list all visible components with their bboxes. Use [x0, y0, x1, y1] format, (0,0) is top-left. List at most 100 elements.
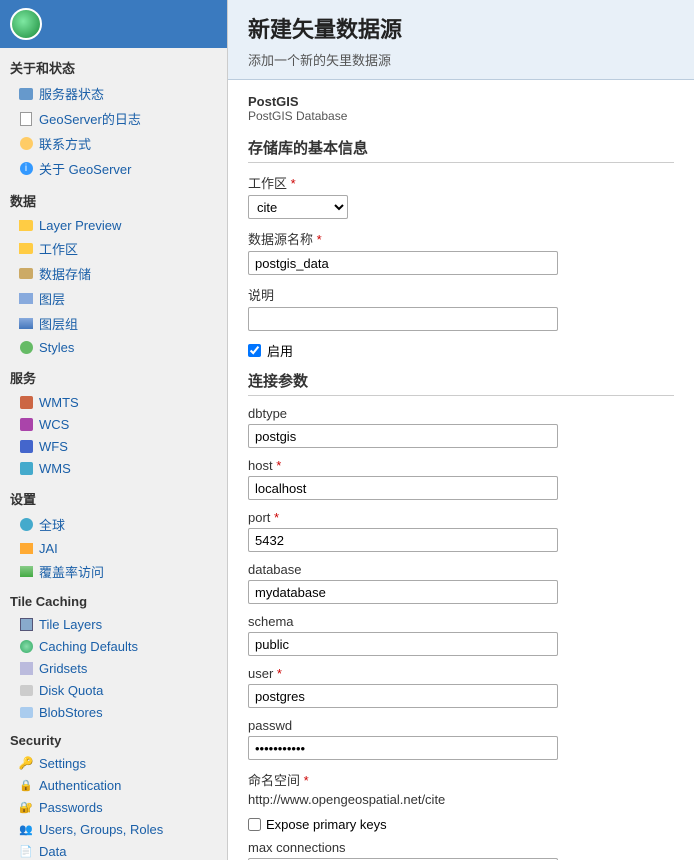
- sidebar-item-authentication[interactable]: 🔒 Authentication: [0, 774, 227, 796]
- sidebar-item-blobstores[interactable]: BlobStores: [0, 701, 227, 723]
- passwd-label: passwd: [248, 718, 674, 733]
- passwd-input[interactable]: [248, 736, 558, 760]
- user-group: user *: [248, 666, 674, 708]
- sidebar-item-layers[interactable]: 图层: [0, 286, 227, 311]
- sidebar-item-global[interactable]: 全球: [0, 512, 227, 537]
- db-type-desc: PostGIS Database: [248, 109, 674, 123]
- workspace-select[interactable]: cite: [248, 195, 348, 219]
- namespace-label: 命名空间 *: [248, 770, 674, 789]
- host-label: host *: [248, 458, 674, 473]
- sidebar-item-gridsets[interactable]: Gridsets: [0, 657, 227, 679]
- page-title: 新建矢量数据源: [248, 12, 674, 44]
- sidebar-item-users-groups-roles[interactable]: 👥 Users, Groups, Roles: [0, 818, 227, 840]
- wfs-icon: [18, 438, 34, 454]
- sidebar: 关于和状态 服务器状态 GeoServer的日志 联系方式 i 关于 GeoSe…: [0, 0, 228, 860]
- sidebar-item-disk-quota[interactable]: Disk Quota: [0, 679, 227, 701]
- sidebar-item-passwords[interactable]: 🔐 Passwords: [0, 796, 227, 818]
- host-input[interactable]: [248, 476, 558, 500]
- schema-input[interactable]: [248, 632, 558, 656]
- passwd-group: passwd: [248, 718, 674, 760]
- sidebar-item-caching-defaults[interactable]: Caching Defaults: [0, 635, 227, 657]
- disk-quota-icon: [18, 682, 34, 698]
- user-input[interactable]: [248, 684, 558, 708]
- page-subtitle: 添加一个新的矢里数据源: [248, 50, 674, 69]
- wms-icon: [18, 460, 34, 476]
- section-services-title: 服务: [0, 358, 227, 391]
- key-icon: 🔑: [18, 755, 34, 771]
- description-label: 说明: [248, 285, 674, 304]
- gridsets-icon: [18, 660, 34, 676]
- sidebar-item-jai[interactable]: JAI: [0, 537, 227, 559]
- sidebar-item-wcs[interactable]: WCS: [0, 413, 227, 435]
- sidebar-item-coverage-access[interactable]: 覆盖率访问: [0, 559, 227, 584]
- namespace-group: 命名空间 * http://www.opengeospatial.net/cit…: [248, 770, 674, 807]
- log-icon: [18, 111, 34, 127]
- sidebar-item-sec-settings[interactable]: 🔑 Settings: [0, 752, 227, 774]
- dbtype-input[interactable]: [248, 424, 558, 448]
- database-input[interactable]: [248, 580, 558, 604]
- sidebar-item-workspaces[interactable]: 工作区: [0, 236, 227, 261]
- sidebar-item-datastores[interactable]: 数据存储: [0, 261, 227, 286]
- port-input[interactable]: [248, 528, 558, 552]
- workspace-group: 工作区 * cite: [248, 173, 674, 219]
- port-label: port *: [248, 510, 674, 525]
- host-group: host *: [248, 458, 674, 500]
- section-security-title: Security: [0, 723, 227, 752]
- sidebar-item-server-status[interactable]: 服务器状态: [0, 81, 227, 106]
- connection-heading: 连接参数: [248, 370, 674, 396]
- max-connections-group: max connections: [248, 840, 674, 860]
- basic-info-heading: 存储库的基本信息: [248, 137, 674, 163]
- sidebar-item-sec-data[interactable]: 📄 Data: [0, 840, 227, 860]
- enable-row: 启用: [248, 341, 674, 360]
- sidebar-item-geoserver-log[interactable]: GeoServer的日志: [0, 106, 227, 131]
- sidebar-item-about[interactable]: i 关于 GeoServer: [0, 156, 227, 181]
- expose-label: Expose primary keys: [266, 817, 387, 832]
- lock-icon: 🔒: [18, 777, 34, 793]
- section-about-title: 关于和状态: [0, 48, 227, 81]
- users-icon: 👥: [18, 821, 34, 837]
- coverage-icon: [18, 564, 34, 580]
- enable-label: 启用: [267, 341, 293, 360]
- datasource-input[interactable]: [248, 251, 558, 275]
- content-body: PostGIS PostGIS Database 存储库的基本信息 工作区 * …: [228, 80, 694, 860]
- sidebar-item-wfs[interactable]: WFS: [0, 435, 227, 457]
- sidebar-item-contact[interactable]: 联系方式: [0, 131, 227, 156]
- expose-checkbox[interactable]: [248, 818, 261, 831]
- db-type-section: PostGIS PostGIS Database: [248, 94, 674, 123]
- description-input[interactable]: [248, 307, 558, 331]
- database-label: database: [248, 562, 674, 577]
- database-group: database: [248, 562, 674, 604]
- wmts-icon: [18, 394, 34, 410]
- enable-checkbox[interactable]: [248, 344, 261, 357]
- sidebar-item-wmts[interactable]: WMTS: [0, 391, 227, 413]
- port-group: port *: [248, 510, 674, 552]
- section-settings-title: 设置: [0, 479, 227, 512]
- tile-layers-icon: [18, 616, 34, 632]
- section-data-title: 数据: [0, 181, 227, 214]
- wcs-icon: [18, 416, 34, 432]
- server-icon: [18, 86, 34, 102]
- page-header: 新建矢量数据源 添加一个新的矢里数据源: [228, 0, 694, 80]
- global-icon: [18, 517, 34, 533]
- expose-row: Expose primary keys: [248, 817, 674, 832]
- main-content: 新建矢量数据源 添加一个新的矢里数据源 PostGIS PostGIS Data…: [228, 0, 694, 860]
- password-icon: 🔐: [18, 799, 34, 815]
- user-label: user *: [248, 666, 674, 681]
- sidebar-item-styles[interactable]: Styles: [0, 336, 227, 358]
- sidebar-item-tile-layers[interactable]: Tile Layers: [0, 613, 227, 635]
- layergroups-icon: [18, 316, 34, 332]
- schema-group: schema: [248, 614, 674, 656]
- namespace-value: http://www.opengeospatial.net/cite: [248, 792, 674, 807]
- db-type-name: PostGIS: [248, 94, 674, 109]
- sidebar-item-layergroups[interactable]: 图层组: [0, 311, 227, 336]
- styles-icon: [18, 339, 34, 355]
- workspace-label: 工作区 *: [248, 173, 674, 192]
- sidebar-item-layer-preview[interactable]: Layer Preview: [0, 214, 227, 236]
- sidebar-item-wms[interactable]: WMS: [0, 457, 227, 479]
- section-tile-caching-title: Tile Caching: [0, 584, 227, 613]
- data-icon: 📄: [18, 843, 34, 859]
- caching-defaults-icon: [18, 638, 34, 654]
- dbtype-group: dbtype: [248, 406, 674, 448]
- sidebar-logo: [0, 0, 227, 48]
- about-icon: i: [18, 161, 34, 177]
